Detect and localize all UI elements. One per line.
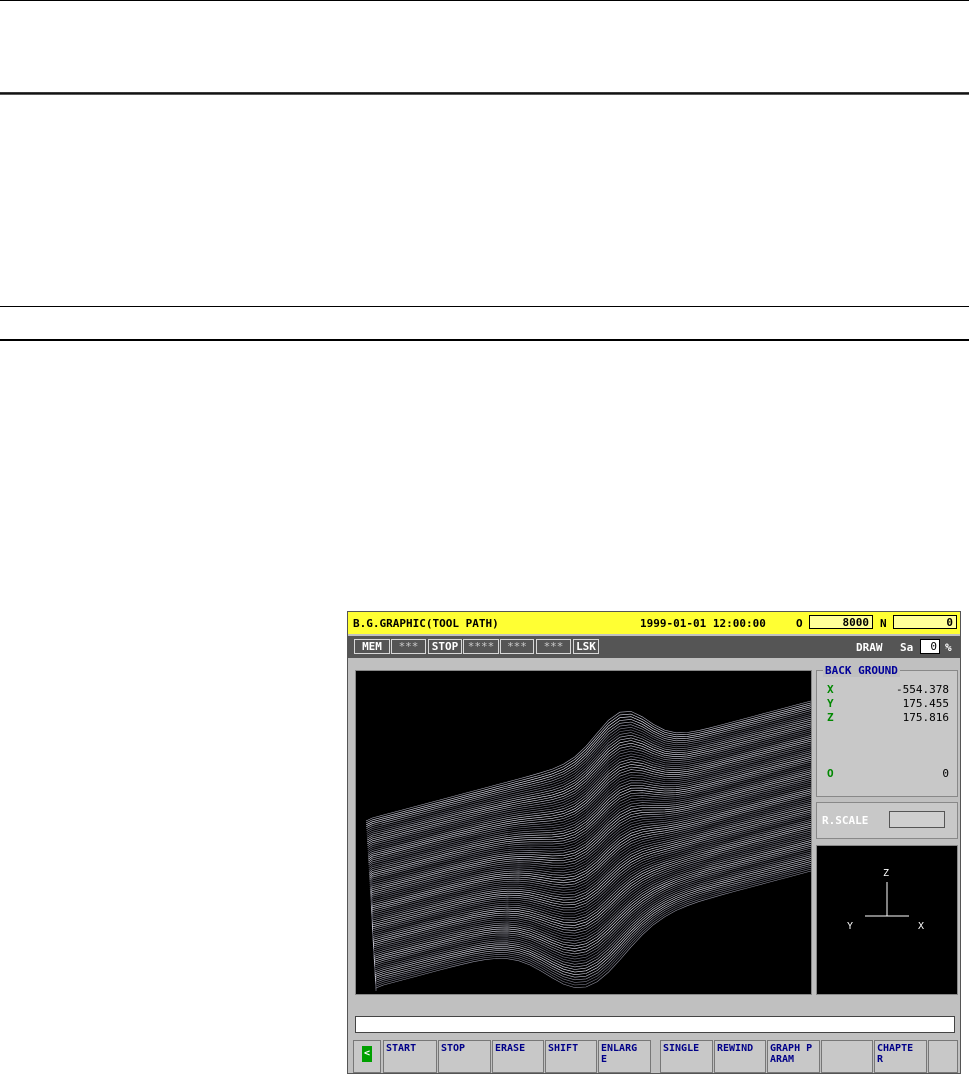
status-field-2: **** [463,639,499,654]
tool-path-line [372,815,811,936]
tool-path-line [374,855,811,976]
run-state: STOP [428,639,462,654]
tool-path-graphic [365,700,811,991]
screen-title: B.G.GRAPHIC(TOOL PATH) [353,617,499,630]
tool-path-viewport[interactable] [355,670,812,995]
softkey-enlarge[interactable]: ENLARG E [598,1040,651,1073]
tool-path-line [374,847,811,969]
softkey-bar: < START STOP ERASE SHIFT ENLARG E SINGLE… [350,1040,960,1074]
back-arrow-icon: < [362,1046,372,1062]
softkey-rewind[interactable]: REWIND [714,1040,766,1073]
tool-path-line [375,861,811,982]
softkey-stop[interactable]: STOP [438,1040,491,1073]
cnc-screen: B.G.GRAPHIC(TOOL PATH) 1999-01-01 12:00:… [347,611,961,1074]
tool-path-line [371,801,811,923]
tool-path-line [373,834,811,955]
tool-path-line [375,866,811,988]
softkey-shift[interactable]: SHIFT [545,1040,597,1073]
axis-value: 175.816 [902,711,949,724]
axis-x-label: X [918,921,924,932]
tool-path-line [374,845,811,967]
sequence-number-label: N [880,617,887,630]
lsk-indicator: LSK [573,639,599,654]
coordinate-row-y: Y 175.455 [827,697,949,711]
axis-value: 175.455 [902,697,949,710]
softkey-erase[interactable]: ERASE [492,1040,544,1073]
background-coordinates-panel: BACK GROUND X -554.378 Y 175.455 Z 175.8… [816,664,958,797]
axis-label: Y [827,697,834,710]
status-field-3: *** [500,639,534,654]
rscale-label: R.SCALE [822,814,869,827]
axis-y-label: Y [847,921,853,932]
rscale-field[interactable] [889,811,945,828]
axis-label: Z [827,711,834,724]
sequence-number: 0 [893,615,957,629]
draw-label: DRAW [856,641,883,654]
softkey-start[interactable]: START [383,1040,437,1073]
softkey-next-button[interactable] [928,1040,958,1073]
sa-label: Sa [900,641,914,654]
coordinate-row-x: X -554.378 [827,683,949,697]
title-bar: B.G.GRAPHIC(TOOL PATH) 1999-01-01 12:00:… [348,612,960,634]
axis-value: 0 [942,767,949,780]
softkey-graph-param[interactable]: GRAPH PARAM [767,1040,820,1073]
tool-path-line [373,842,811,963]
section-rule [0,306,969,307]
status-field-1: *** [391,639,426,654]
mode-indicator: MEM [354,639,390,654]
softkey-back-button[interactable]: < [353,1040,381,1073]
softkey-chapter[interactable]: CHAPTE R [874,1040,927,1073]
softkey-single[interactable]: SINGLE [660,1040,713,1073]
program-number: 8000 [809,615,873,629]
datetime: 1999-01-01 12:00:00 [640,617,766,630]
message-line [355,1016,955,1033]
axis-z-label: Z [883,868,889,879]
rscale-panel: R.SCALE [816,802,958,839]
status-field-4: *** [536,639,571,654]
tool-path-line [370,786,811,908]
background-panel-title: BACK GROUND [823,664,900,677]
sa-value: 0 [920,639,940,654]
axis-value: -554.378 [896,683,949,696]
program-number-label: O [796,617,803,630]
percent-sign: % [945,641,952,654]
axis-triad-icon: Z Y X [847,868,924,932]
axis-orientation-panel: Z Y X [816,845,958,995]
status-bar: MEM *** STOP **** *** *** LSK DRAW Sa 0 … [348,636,960,658]
axis-label: X [827,683,834,696]
softkey-blank[interactable] [821,1040,873,1073]
page-top-rule [0,0,969,1]
coordinate-row-o: O 0 [827,767,949,781]
tool-path-line [373,828,811,949]
section-rule-lower [0,339,969,341]
header-divider [0,92,969,95]
coordinate-row-z: Z 175.816 [827,711,949,725]
axis-label: O [827,767,834,780]
